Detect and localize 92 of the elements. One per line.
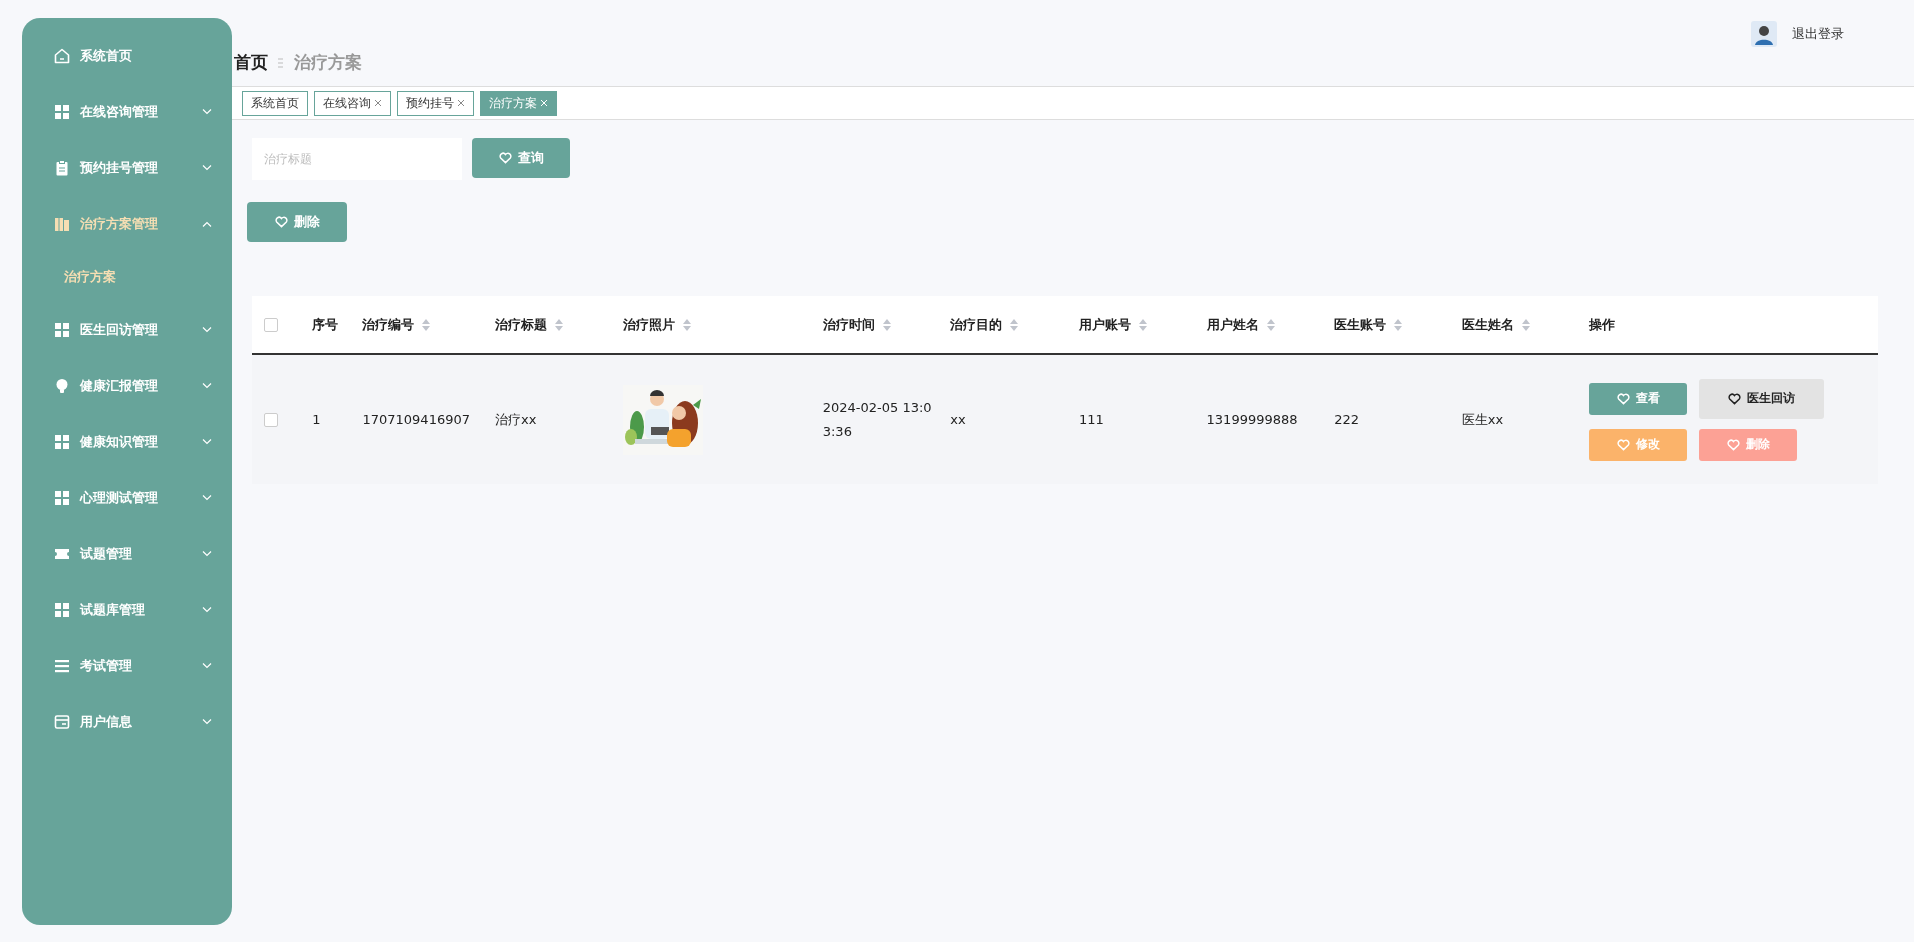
grid-icon [54, 434, 70, 450]
column-header[interactable]: 序号 [300, 296, 351, 354]
heart-icon [1616, 438, 1630, 451]
sidebar-item[interactable]: 心理测试管理 [22, 470, 232, 526]
edit-button[interactable]: 修改 [1589, 428, 1688, 461]
close-icon [374, 99, 382, 107]
delete-button[interactable]: 删除 [247, 202, 347, 242]
table-cell: 111 [1078, 411, 1104, 427]
heart-icon [1726, 438, 1740, 451]
sort-icon [1010, 319, 1019, 332]
chevron-down-icon [202, 663, 212, 669]
breadcrumb-current: 治疗方案 [294, 51, 362, 74]
ticket-icon [54, 546, 70, 562]
delete-button[interactable]: 删除 [1699, 428, 1798, 461]
column-header[interactable]: 治疗照片 [610, 296, 811, 354]
tab[interactable]: 治疗方案 [480, 90, 557, 116]
tab[interactable]: 在线咨询 [314, 90, 391, 116]
close-icon [457, 99, 465, 107]
chevron-up-icon [202, 221, 212, 227]
sidebar-item[interactable]: 治疗方案管理 [22, 196, 232, 252]
tab[interactable]: 预约挂号 [397, 90, 474, 116]
chevron-down-icon [202, 383, 212, 389]
row-checkbox[interactable] [264, 413, 278, 428]
table-cell: xx [950, 411, 966, 427]
lightbulb-icon [54, 378, 70, 394]
avatar-icon [1750, 20, 1778, 48]
heart-icon [1728, 392, 1742, 405]
grid-icon [54, 490, 70, 506]
sidebar-item[interactable]: 预约挂号管理 [22, 140, 232, 196]
grid-icon [54, 602, 70, 618]
chevron-down-icon [202, 439, 212, 445]
chevron-down-icon [202, 165, 212, 171]
table-cell: 治疗xx [495, 411, 537, 427]
table-cell: 医生xx [1461, 411, 1504, 427]
chevron-down-icon [202, 719, 212, 725]
column-header[interactable]: 医生账号 [1322, 296, 1450, 354]
sort-icon [422, 319, 431, 332]
close-icon [540, 99, 548, 107]
column-header[interactable]: 治疗编号 [350, 296, 484, 354]
table-cell: 13199999888 [1206, 411, 1298, 427]
sidebar-item[interactable]: 医生回访管理 [22, 302, 232, 358]
chevron-down-icon [202, 327, 212, 333]
column-header[interactable]: 用户账号 [1066, 296, 1195, 354]
column-header[interactable]: 医生姓名 [1449, 296, 1578, 354]
table-cell: 2024-02-05 13:03:36 [822, 400, 932, 439]
column-header[interactable]: 治疗时间 [810, 296, 939, 354]
logout-link[interactable]: 退出登录 [1792, 24, 1844, 44]
breadcrumb-link[interactable]: 首页 [234, 50, 268, 76]
sidebar-item[interactable]: 系统首页 [22, 28, 232, 84]
column-header[interactable]: 用户姓名 [1194, 296, 1323, 354]
table-cell: 222 [1334, 411, 1360, 427]
card-icon [54, 714, 70, 730]
sidebar-item[interactable]: 考试管理 [22, 638, 232, 694]
sidebar-item[interactable]: 健康汇报管理 [22, 358, 232, 414]
books-icon [54, 216, 70, 232]
chevron-down-icon [202, 607, 212, 613]
sort-icon [555, 319, 564, 332]
clipboard-icon [54, 160, 70, 176]
sort-icon [1266, 319, 1275, 332]
sidebar-item[interactable]: 试题库管理 [22, 582, 232, 638]
column-header[interactable]: 治疗目的 [938, 296, 1067, 354]
revisit-button[interactable]: 医生回访 [1699, 378, 1825, 419]
heart-icon [1616, 392, 1630, 405]
grid-icon [54, 322, 70, 338]
tab[interactable]: 系统首页 [242, 90, 308, 116]
sort-icon [1521, 319, 1530, 332]
table-cell: 1707109416907 [362, 411, 470, 427]
search-button[interactable]: 查询 [472, 138, 570, 178]
table-cell: 1 [312, 411, 321, 427]
chevron-down-icon [202, 495, 212, 501]
sort-icon [882, 319, 891, 332]
sidebar-item[interactable]: 试题管理 [22, 526, 232, 582]
sidebar-item[interactable]: 在线咨询管理 [22, 84, 232, 140]
heart-icon [274, 216, 288, 228]
view-button[interactable]: 查看 [1589, 382, 1688, 415]
chevron-down-icon [202, 109, 212, 115]
sidebar-item[interactable]: 用户信息 [22, 694, 232, 750]
sidebar-subitem[interactable]: 治疗方案 [22, 252, 232, 302]
home-icon [54, 48, 70, 64]
sort-icon [1394, 319, 1403, 332]
heart-icon [498, 152, 512, 164]
grid-icon [54, 104, 70, 120]
select-all-checkbox[interactable] [264, 318, 278, 333]
sort-icon [1138, 319, 1147, 332]
column-header[interactable]: 治疗标题 [483, 296, 611, 354]
search-field[interactable]: 治疗标题 [252, 138, 462, 180]
sort-icon [682, 319, 691, 332]
list-icon [54, 658, 70, 674]
separator-icon [278, 58, 284, 69]
chevron-down-icon [202, 551, 212, 557]
column-header[interactable]: 操作 [1577, 296, 1878, 354]
sidebar-item[interactable]: 健康知识管理 [22, 414, 232, 470]
